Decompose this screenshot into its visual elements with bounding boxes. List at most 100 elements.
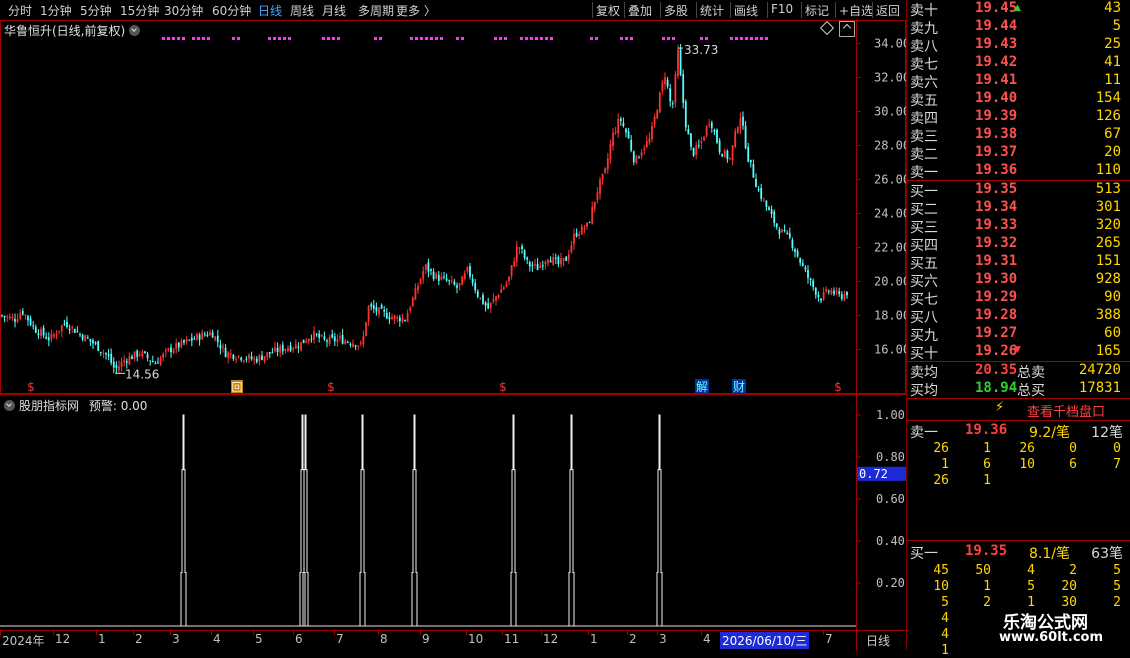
signal-dot — [525, 37, 528, 40]
price-tick-label: 34.00 — [874, 37, 906, 51]
period-tab-4[interactable]: 30分钟 — [164, 2, 203, 19]
level-volume: 25 — [1104, 36, 1121, 52]
date-axis-label: 4 — [213, 632, 221, 646]
candle-body — [196, 333, 198, 340]
period-label[interactable]: 日线 — [866, 632, 890, 649]
candle-body — [435, 273, 438, 279]
period-tab-1[interactable]: 1分钟 — [40, 2, 72, 19]
candle-body — [682, 73, 685, 103]
candle-body — [726, 151, 729, 160]
candle-body — [825, 289, 828, 292]
toolbar-separator — [835, 2, 836, 18]
price-chart[interactable]: 34.00 32.00 30.00 28.00 26.00 24.00 22.00 20.00… — [0, 20, 906, 395]
signal-dot — [410, 37, 413, 40]
signal-dot — [197, 37, 200, 40]
candle-body — [404, 320, 406, 322]
candle-body — [593, 201, 596, 209]
dividend-marker[interactable]: $ — [834, 380, 842, 394]
signal-dot — [268, 37, 271, 40]
candle-body — [544, 261, 547, 265]
indicator-spike — [510, 414, 517, 626]
period-tab-5[interactable]: 60分钟 — [212, 2, 251, 19]
candle-body — [669, 88, 672, 102]
total-label: 总卖 — [1017, 365, 1045, 381]
candle-body — [523, 250, 526, 258]
event-marker[interactable]: 解 — [696, 380, 708, 394]
candle-body — [739, 118, 742, 129]
tool-button-0[interactable]: 复权 — [596, 2, 620, 19]
candle-body — [398, 317, 401, 322]
period-tab-8[interactable]: 月线 — [322, 2, 346, 19]
date-axis-label: 10 — [468, 632, 484, 646]
watermark-url: www.60lt.com — [999, 630, 1104, 645]
period-tab-7[interactable]: 周线 — [290, 2, 314, 19]
period-tab-0[interactable]: 分时 — [8, 2, 32, 19]
total-volume: 17831 — [1078, 380, 1121, 396]
candle-body — [679, 49, 682, 75]
candle-body — [50, 334, 53, 339]
dividend-marker[interactable]: $ — [27, 380, 35, 394]
candle-body — [201, 332, 204, 340]
candle-body — [487, 303, 490, 309]
toolbar-separator — [592, 2, 593, 18]
candle-body — [625, 128, 627, 133]
tool-button-4[interactable]: 画线 — [734, 2, 758, 19]
period-tab-6[interactable]: 日线 — [258, 2, 282, 19]
price-tick-label: 20.00 — [874, 275, 906, 289]
candle-body — [331, 334, 334, 338]
candle-body — [60, 325, 63, 332]
candle-body — [183, 340, 185, 343]
tool-button-5[interactable]: F10 — [771, 2, 793, 16]
candle-body — [502, 287, 505, 290]
view-depth-button[interactable]: 查看千档盘口 — [1027, 401, 1105, 420]
indicator-chart[interactable]: 1.00 0.80 0.60 0.40 0.20 0.72 — [0, 395, 906, 630]
candle-body — [164, 350, 167, 352]
candle-body — [770, 209, 773, 214]
level-label: 买三 — [910, 220, 938, 236]
period-tab-3[interactable]: 15分钟 — [120, 2, 159, 19]
tool-button-1[interactable]: 叠加 — [628, 2, 652, 19]
tool-button-6[interactable]: 标记 — [805, 2, 829, 19]
avg-label: 卖均 — [910, 365, 938, 381]
tool-button-8[interactable]: 返回 — [876, 2, 900, 19]
period-tab-2[interactable]: 5分钟 — [80, 2, 112, 19]
buyback-marker[interactable]: 回 — [232, 381, 243, 394]
candle-body — [601, 173, 604, 180]
candle-body — [549, 260, 552, 263]
tool-button-2[interactable]: 多股 — [664, 2, 688, 19]
date-tick — [170, 631, 171, 635]
dividend-marker[interactable]: $ — [499, 380, 507, 394]
candle-body — [843, 293, 846, 301]
indicator-spike — [568, 414, 575, 626]
candle-body — [440, 276, 443, 280]
total-label: 总买 — [1017, 383, 1045, 399]
candle-body — [320, 335, 323, 337]
tool-button-7[interactable]: +自选 — [839, 2, 873, 19]
candle-body — [268, 352, 271, 354]
level-price: 19.35 — [975, 181, 1018, 197]
date-tick — [53, 631, 54, 635]
candle-body — [456, 285, 458, 288]
date-tick — [541, 631, 542, 635]
candle-body — [560, 258, 562, 265]
level-label: 卖八 — [910, 39, 938, 55]
level-label: 买八 — [910, 310, 938, 326]
period-tab-9[interactable]: 多周期 — [358, 2, 394, 19]
signal-dot — [415, 37, 418, 40]
candle-body — [120, 361, 123, 367]
queue-cell: 10 — [1019, 457, 1035, 472]
candle-body — [578, 234, 581, 236]
tool-button-3[interactable]: 统计 — [700, 2, 724, 19]
dividend-marker[interactable]: $ — [327, 380, 335, 394]
candle-body — [479, 297, 482, 299]
candle-body — [547, 259, 549, 264]
signal-dot — [273, 37, 276, 40]
date-axis-label: 9 — [422, 632, 430, 646]
date-axis-label: 3 — [172, 632, 180, 646]
queue-cell: 1 — [941, 643, 949, 658]
period-tab-10[interactable]: 更多 〉 — [396, 2, 436, 19]
level-label: 买二 — [910, 202, 938, 218]
toolbar-separator — [696, 2, 697, 18]
level-price: 19.40 — [975, 90, 1018, 106]
event-marker[interactable]: 财 — [733, 380, 745, 394]
